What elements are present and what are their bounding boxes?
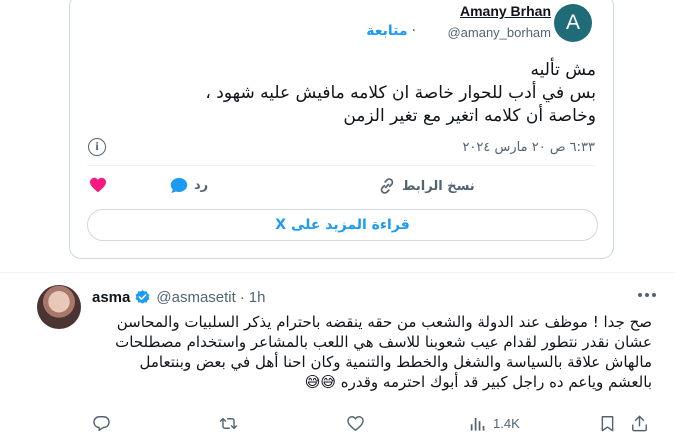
- bookmark-icon: [601, 416, 614, 432]
- retweet-button[interactable]: [219, 414, 238, 433]
- share-icon: [632, 415, 647, 432]
- embedded-tweet-card[interactable]: A Amany Brhan @amany_borham متابعة · مش ت…: [69, 0, 614, 259]
- views-icon: [470, 417, 485, 431]
- tweet-header: asma @asmasetit · 1h: [92, 289, 265, 306]
- follow-label[interactable]: متابعة: [366, 23, 407, 39]
- reply-label: رد: [194, 178, 209, 193]
- bookmark-button[interactable]: [598, 414, 617, 433]
- read-more-button[interactable]: قراءة المزيد على X: [87, 209, 598, 241]
- follow-link[interactable]: متابعة ·: [366, 23, 420, 39]
- author-handle[interactable]: @amany_borham: [447, 25, 551, 40]
- separator-dot: ·: [411, 23, 416, 39]
- copy-link-button[interactable]: نسخ الرابط: [378, 177, 475, 195]
- like-icon: [347, 416, 364, 431]
- author-name[interactable]: asma: [92, 289, 130, 306]
- divider: [87, 165, 596, 166]
- like-button[interactable]: [89, 177, 107, 193]
- avatar[interactable]: A: [554, 4, 592, 42]
- text-line: بس في أدب للحوار خاصة ان كلامه مافيش علي…: [205, 83, 596, 103]
- reply-button[interactable]: رد: [170, 177, 208, 194]
- like-button[interactable]: [346, 414, 365, 433]
- retweet-icon: [219, 417, 238, 430]
- info-icon[interactable]: i: [88, 138, 106, 156]
- tweet-actions: 1.4K: [92, 414, 652, 436]
- reply-button[interactable]: [92, 414, 111, 433]
- heart-icon: [90, 177, 106, 193]
- reply-bubble-icon: [170, 178, 188, 193]
- separator-dot: ·: [239, 289, 245, 306]
- embedded-tweet-text: مش تأليه بس في أدب للحوار خاصة ان كلامه …: [96, 59, 596, 128]
- author-handle[interactable]: @asmasetit: [156, 289, 235, 306]
- divider: [0, 272, 675, 273]
- tweet-text: صح جدا ! موظف عند الدولة والشعب من حقه ي…: [115, 313, 652, 391]
- embedded-actions: رد نسخ الرابط: [70, 173, 613, 199]
- text-line: وخاصة أن كلامه اتغير مع تغير الزمن: [343, 106, 596, 126]
- tweet-time[interactable]: 1h: [249, 289, 266, 306]
- text-line: مش تأليه: [530, 60, 596, 80]
- verified-badge-icon: [134, 289, 151, 306]
- views-button[interactable]: 1.4K: [468, 414, 520, 433]
- link-icon: [380, 178, 394, 194]
- author-name[interactable]: Amany Brhan: [460, 3, 551, 19]
- timestamp[interactable]: ٦:٣٣ ص ٢٠ مارس ٢٠٢٤: [462, 140, 595, 155]
- more-icon[interactable]: [638, 293, 656, 297]
- avatar[interactable]: [37, 285, 81, 329]
- views-count: 1.4K: [493, 416, 520, 431]
- share-button[interactable]: [630, 414, 649, 433]
- reply-icon: [93, 416, 110, 431]
- copy-link-label: نسخ الرابط: [402, 178, 475, 194]
